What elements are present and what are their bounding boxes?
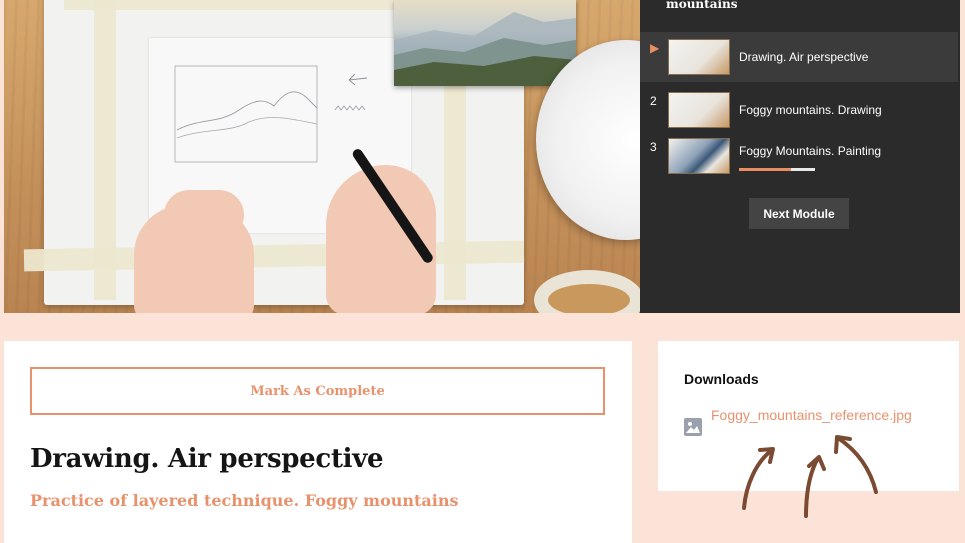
- tape-roll: [534, 270, 640, 313]
- playlist-item-2[interactable]: 2 Foggy mountains. Drawing: [640, 85, 958, 135]
- arrow-right: [836, 436, 878, 494]
- play-icon: ▶: [650, 41, 660, 55]
- lesson-title: Drawing. Air perspective: [30, 444, 384, 474]
- lesson-progress-bar: [739, 168, 815, 171]
- lesson-thumbnail: [668, 39, 730, 75]
- playlist-item-label: Foggy Mountains. Painting: [739, 144, 882, 158]
- lesson-thumbnail: [668, 92, 730, 128]
- reference-photo: [394, 0, 576, 86]
- lesson-card: Mark As Complete Drawing. Air perspectiv…: [4, 341, 632, 543]
- playlist-item-label: Foggy mountains. Drawing: [739, 103, 882, 117]
- left-hand-fingers: [164, 190, 244, 240]
- module-playlist: mountains ▶ Drawing. Air perspective 2 F…: [640, 0, 960, 313]
- item-number: 2: [650, 94, 657, 108]
- lesson-subtitle: Practice of layered technique. Foggy mou…: [30, 491, 459, 510]
- arrow-left: [742, 448, 774, 510]
- playlist-item-1[interactable]: ▶ Drawing. Air perspective: [640, 32, 958, 82]
- lesson-thumbnail: [668, 138, 730, 174]
- mountain-landscape: [394, 12, 576, 86]
- playlist-item-3[interactable]: 3 Foggy Mountains. Painting: [640, 131, 958, 181]
- progress-fill: [739, 168, 791, 171]
- item-number: 3: [650, 140, 657, 154]
- mark-complete-button[interactable]: Mark As Complete: [30, 367, 605, 415]
- image-file-icon: [684, 418, 702, 436]
- lesson-video[interactable]: [4, 0, 640, 313]
- annotation-arrows: [742, 435, 878, 518]
- module-title: mountains: [666, 0, 738, 11]
- next-module-button[interactable]: Next Module: [749, 198, 849, 229]
- download-file-link[interactable]: Foggy_mountains_reference.jpg: [711, 405, 937, 426]
- playlist-item-label: Drawing. Air perspective: [739, 50, 869, 64]
- downloads-heading: Downloads: [684, 371, 759, 387]
